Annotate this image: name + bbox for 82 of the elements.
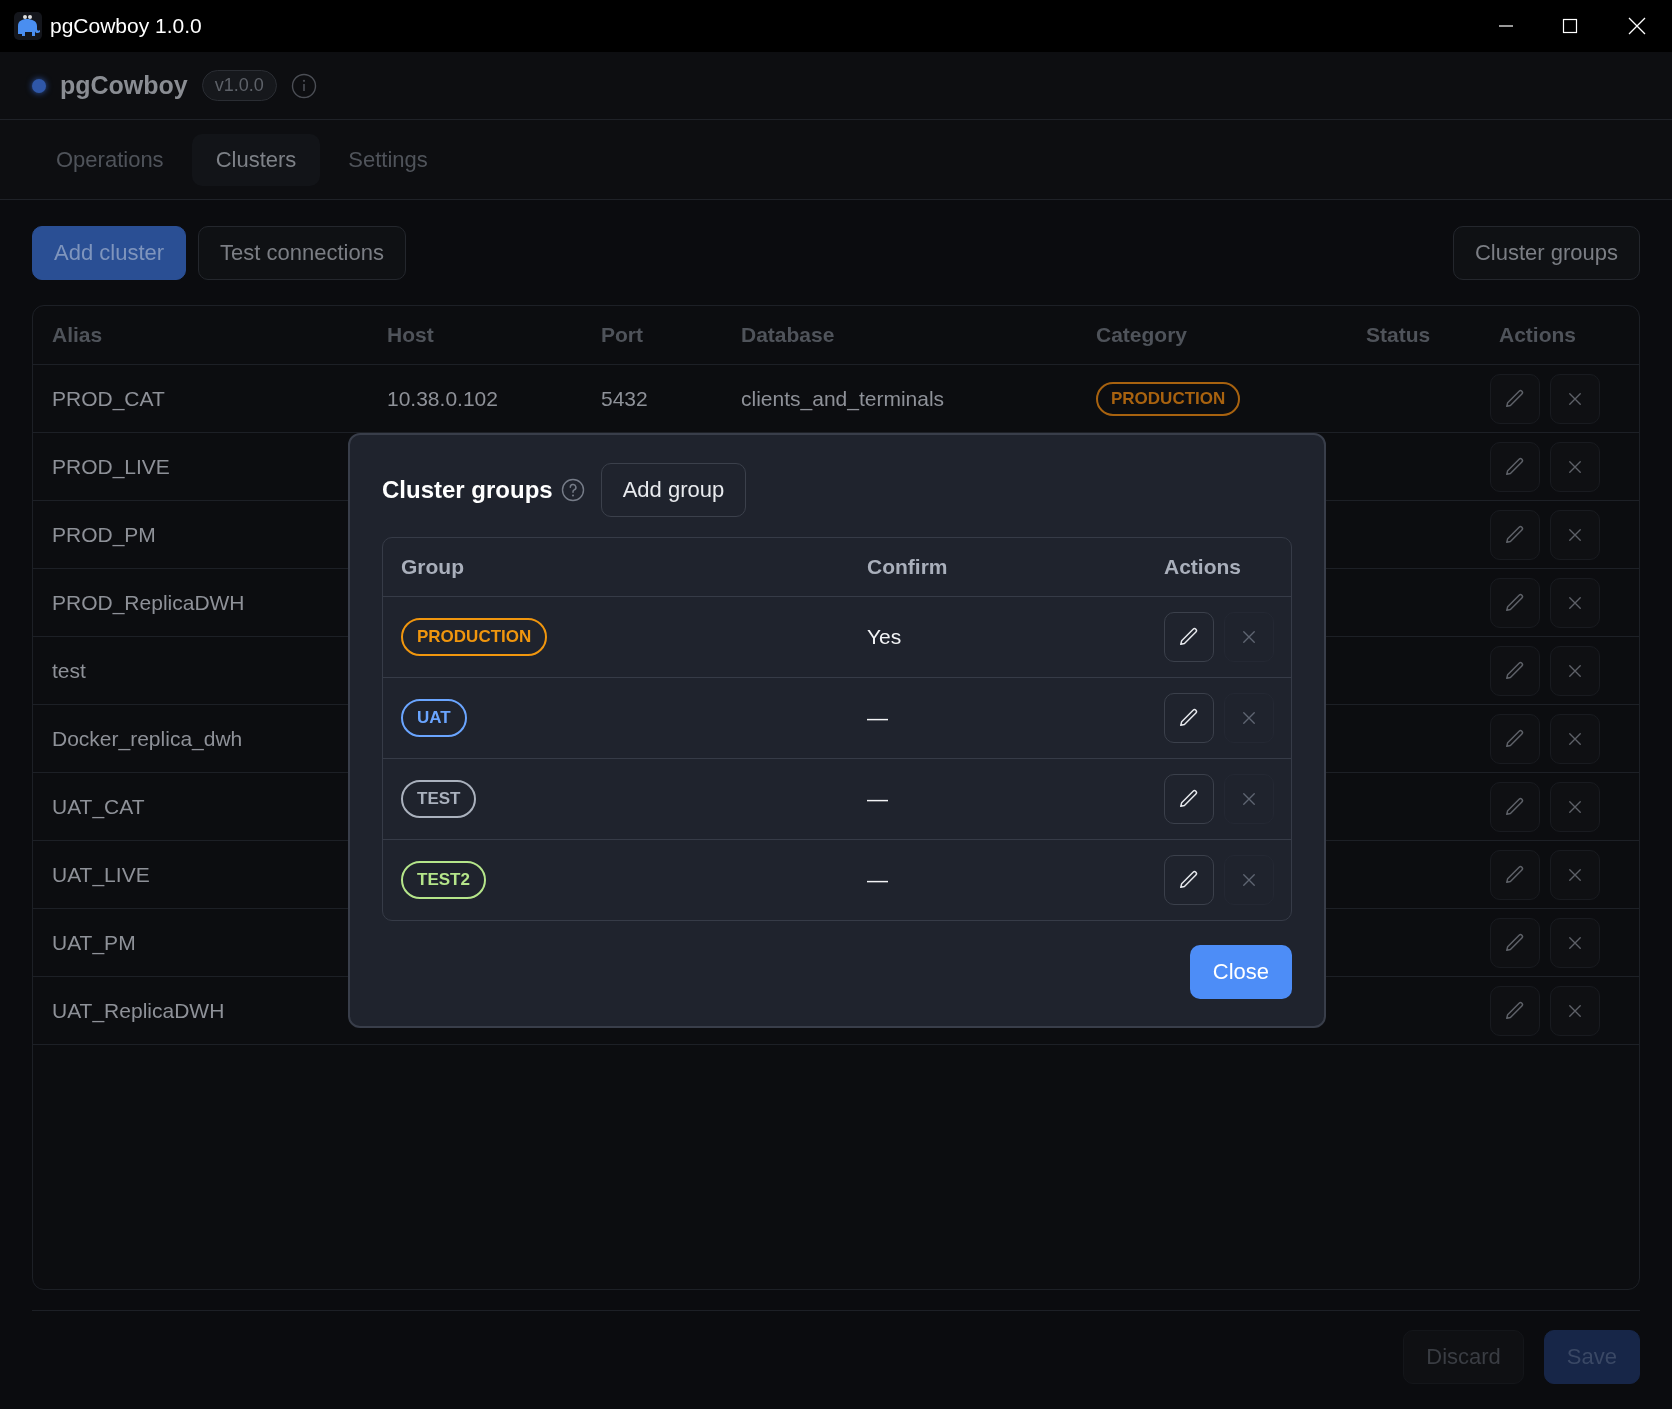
pencil-icon (1178, 869, 1200, 891)
tab[interactable]: Operations (32, 133, 188, 186)
close-button[interactable]: Close (1189, 945, 1292, 999)
delete-button[interactable] (1550, 373, 1600, 424)
edit-button[interactable] (1164, 774, 1214, 824)
info-icon[interactable] (290, 72, 317, 99)
host-cell-text: 10.38.0.102 (387, 386, 499, 411)
pencil-icon (1504, 999, 1526, 1022)
confirm-cell-text: — (867, 868, 889, 892)
pencil-icon (1504, 387, 1526, 410)
alias-cell-text: test (52, 658, 87, 683)
pencil-icon (1504, 659, 1526, 682)
delete-button[interactable] (1550, 849, 1600, 900)
pencil-icon (1504, 795, 1526, 818)
dialog-title: Cluster groups (382, 476, 553, 504)
alias-cell-text: UAT_ReplicaDWH (52, 998, 226, 1023)
pencil-icon (1504, 523, 1526, 546)
close-icon (1240, 628, 1258, 646)
column-header: Host (387, 323, 435, 347)
tab[interactable]: Clusters (191, 133, 321, 186)
confirm-cell-text: — (867, 787, 889, 811)
port-cell-text: 5432 (601, 386, 649, 411)
delete-button[interactable] (1550, 781, 1600, 832)
database-cell-text: clients_and_terminals (741, 386, 946, 411)
alias-cell-text: PROD_PM (52, 522, 157, 547)
delete-button[interactable] (1550, 577, 1600, 628)
pencil-icon (1178, 626, 1200, 648)
alias-cell-text: PROD_CAT (52, 386, 166, 411)
close-icon[interactable] (1628, 17, 1646, 35)
delete-button[interactable] (1550, 441, 1600, 492)
add-group-button[interactable]: Add group (600, 463, 747, 517)
pencil-icon (1504, 863, 1526, 886)
tab[interactable]: Settings (324, 133, 452, 186)
group-tag: UAT (401, 699, 467, 737)
column-header: Database (741, 323, 836, 347)
edit-button[interactable] (1164, 612, 1214, 662)
close-icon (1240, 709, 1258, 727)
pencil-icon (1504, 727, 1526, 750)
confirm-cell-text: — (867, 706, 889, 730)
pencil-icon (1504, 591, 1526, 614)
column-header: Port (601, 323, 644, 347)
alias-cell-text: Docker_replica_dwh (52, 726, 244, 751)
column-header: Actions (1499, 323, 1577, 347)
group-tag: TEST2 (401, 861, 486, 899)
window-title: pgCowboy 1.0.0 (50, 14, 202, 38)
close-icon (1240, 790, 1258, 808)
pencil-icon (1178, 788, 1200, 810)
pencil-icon (1504, 931, 1526, 954)
edit-button[interactable] (1164, 693, 1214, 743)
column-header: Category (1096, 323, 1189, 347)
delete-button[interactable] (1550, 713, 1600, 764)
version-badge: v1.0.0 (201, 70, 277, 101)
alias-cell-text: PROD_LIVE (52, 454, 171, 479)
cluster-groups-button[interactable]: Cluster groups (1452, 226, 1640, 280)
pencil-icon (1178, 707, 1200, 729)
alias-cell-text: UAT_LIVE (52, 862, 151, 887)
alias-cell-text: UAT_PM (52, 930, 137, 955)
elephant-icon (14, 12, 42, 40)
delete-button[interactable] (1550, 645, 1600, 696)
group-tag: TEST (401, 780, 477, 818)
column-header: Group (401, 555, 465, 579)
delete-button[interactable] (1550, 509, 1600, 560)
close-icon (1240, 871, 1258, 889)
delete-button[interactable] (1550, 985, 1600, 1036)
status-dot (32, 78, 46, 93)
edit-button[interactable] (1164, 855, 1214, 905)
category-tag: PRODUCTION (1096, 381, 1241, 416)
confirm-cell-text: Yes (867, 625, 903, 649)
app-name: pgCowboy (60, 71, 188, 100)
column-header: Confirm (867, 555, 949, 579)
add-cluster-button[interactable]: Add cluster (32, 226, 187, 280)
help-icon[interactable] (560, 478, 585, 502)
group-tag: PRODUCTION (401, 618, 548, 656)
test-connections-button[interactable]: Test connections (198, 226, 406, 280)
alias-cell-text: UAT_CAT (52, 794, 146, 819)
pencil-icon (1504, 455, 1526, 478)
maximize-icon[interactable] (1562, 18, 1578, 34)
column-header: Actions (1164, 555, 1242, 579)
column-header: Status (1366, 323, 1432, 347)
delete-button[interactable] (1550, 917, 1600, 968)
column-header: Alias (52, 323, 104, 347)
alias-cell-text: PROD_ReplicaDWH (52, 590, 246, 615)
